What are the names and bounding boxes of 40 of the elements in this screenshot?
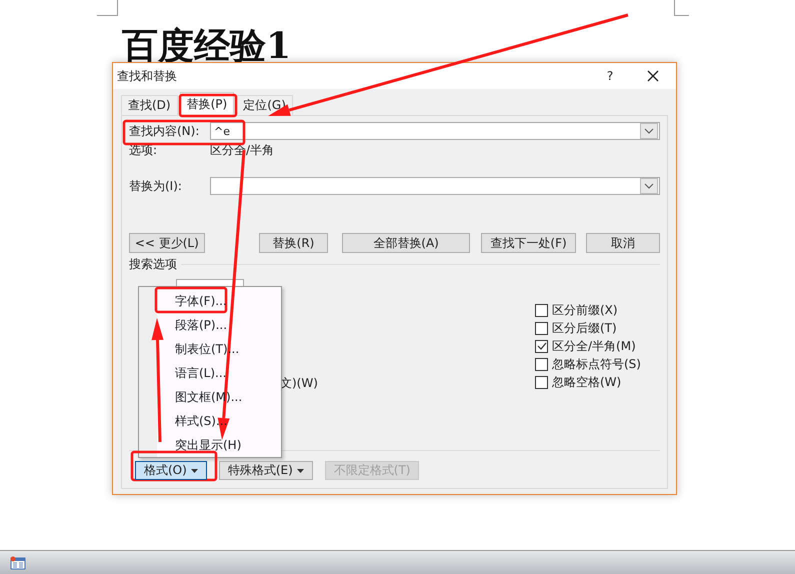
button[interactable]: 格式(O) [135,461,207,480]
chevron-icon [644,183,654,189]
layout-view-icon [10,556,26,570]
text-field[interactable] [210,177,660,195]
button[interactable]: 替换(R) [258,233,328,253]
checkbox-label: 区分前缀(X) [552,302,618,318]
button[interactable]: 全部替换(A) [342,233,470,253]
page-corner-mark [674,0,689,16]
options-label: 选项: [129,142,158,158]
chevron-icon [644,128,654,134]
button[interactable]: 取消 [586,233,660,253]
menu-item[interactable]: 段落(P)... [157,315,281,339]
button[interactable]: 特殊格式(E) [218,461,313,480]
checkbox[interactable] [535,376,548,388]
field-label: 替换为(I): [129,178,182,192]
button[interactable]: << 更少(L) [129,233,205,253]
menu-item[interactable]: 语言(L)... [157,363,281,387]
button[interactable]: 查找下一处(F) [480,233,576,253]
checkbox[interactable] [535,304,548,316]
checkbox[interactable] [535,358,548,370]
checkbox[interactable] [535,322,548,334]
checkbox-label: 区分全/半角(M) [552,338,636,354]
document-heading: 百度经验1 [122,26,292,66]
close-icon [647,70,659,82]
checkbox-label: 忽略空格(W) [552,374,622,390]
checkbox[interactable] [535,340,548,352]
help-button[interactable]: ? [590,69,630,83]
checkbox-label: 忽略标点符号(S) [552,356,641,372]
field-label: 查找内容(N): [129,124,200,138]
page-corner-mark [97,0,118,16]
caret-icon [296,468,304,472]
section-title: 搜索选项 [129,256,177,273]
checkbox-label: 区分后缀(T) [552,320,617,336]
window-title: 查找和替换 [117,68,178,84]
highlight-frame [178,94,238,118]
caret-icon [190,468,198,472]
check-icon [536,342,546,350]
menu-item[interactable]: 突出显示(H) [157,435,281,459]
tab[interactable]: 查找(D) [121,95,178,115]
text-field[interactable]: ^e [210,122,660,140]
